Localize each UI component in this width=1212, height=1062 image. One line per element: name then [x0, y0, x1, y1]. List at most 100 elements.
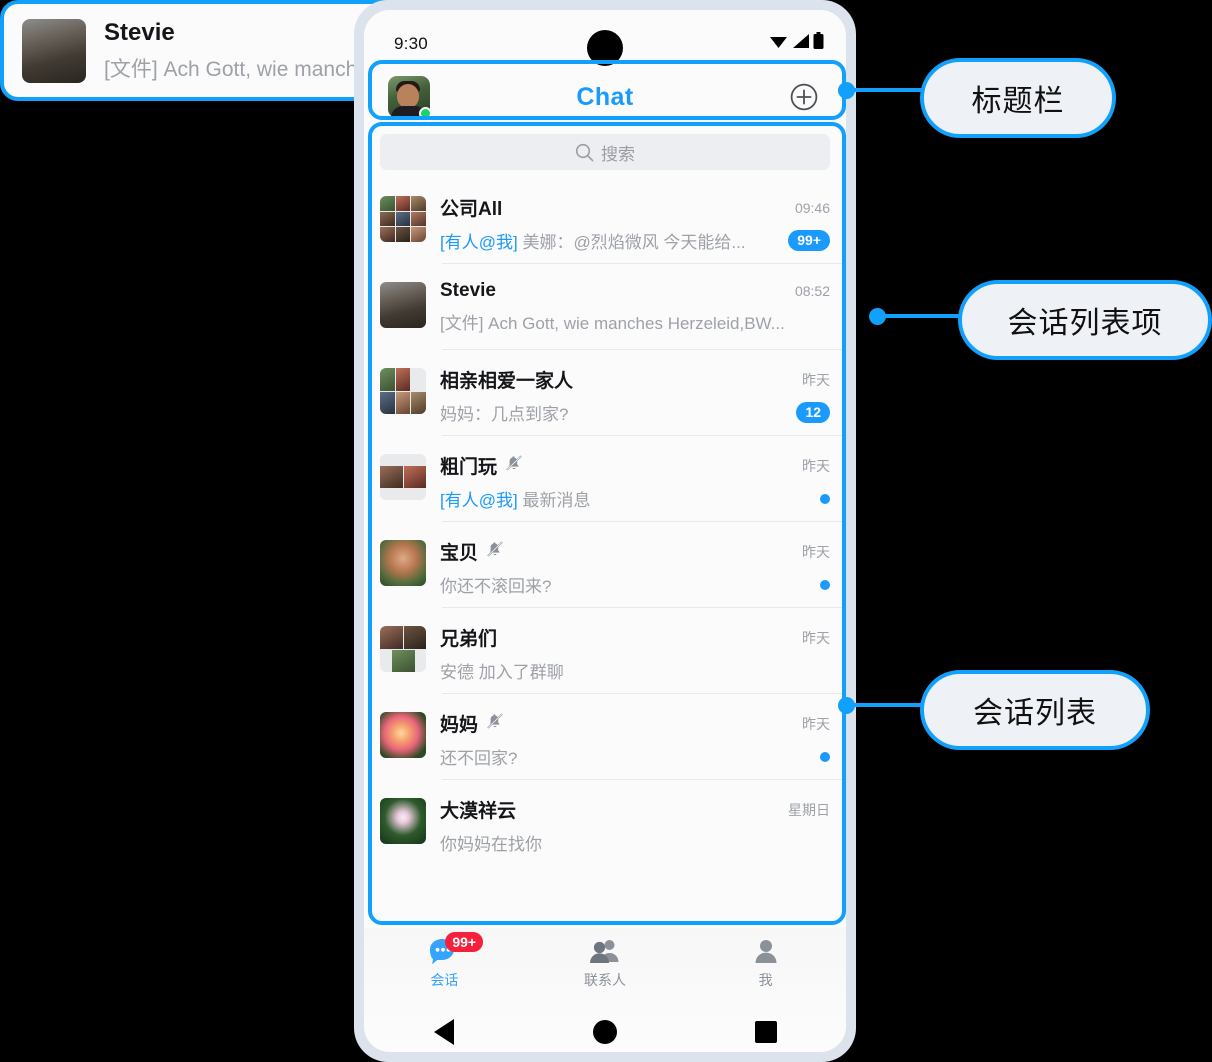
conversation-preview: 妈妈：几点到家?	[440, 405, 569, 424]
tab-bar: 99+ 会话 联系人 我	[364, 928, 846, 1004]
conversation-name: 公司All	[440, 199, 503, 220]
conversation-list-item[interactable]: 大漠祥云 星期日 你妈妈在找你	[364, 780, 846, 866]
group-avatar	[380, 368, 426, 414]
annotation-text: 会话列表项	[1007, 307, 1163, 340]
conversation-list-item[interactable]: 相亲相爱一家人 昨天 妈妈：几点到家? 12	[364, 350, 846, 436]
preview-text: 美娜：@烈焰微风 今天能给...	[522, 233, 746, 252]
callout-anchor-dot	[838, 82, 855, 99]
conversation-list-item[interactable]: 宝贝 昨天 你还不滚回来?	[364, 522, 846, 608]
mute-icon	[504, 453, 524, 478]
nav-recent-icon	[754, 1021, 777, 1043]
contact-avatar	[22, 18, 86, 83]
preview-text: 最新消息	[522, 491, 591, 510]
conversation-time: 08:52	[794, 283, 830, 299]
conversation-list-item[interactable]: Stevie 08:52 [文件] Ach Gott, wie manches …	[364, 264, 846, 350]
conversation-list-item[interactable]: 兄弟们 昨天 安德 加入了群聊	[364, 608, 846, 694]
wifi-icon	[770, 37, 787, 48]
group-avatar	[380, 196, 426, 242]
conversation-time: 09:46	[794, 199, 830, 216]
status-bar: 9:30	[364, 10, 846, 66]
callout-connector	[877, 314, 961, 318]
unread-dot	[820, 493, 830, 504]
unread-dot	[820, 751, 830, 762]
conversation-time: 昨天	[802, 457, 830, 474]
tab-chats[interactable]: 99+ 会话	[364, 932, 525, 1004]
nav-back-icon	[434, 1019, 455, 1045]
conversation-preview: [有人@我] 美娜：@烈焰微风 今天能给...	[440, 228, 746, 253]
contact-avatar	[380, 282, 426, 328]
conversation-list-item[interactable]: 粗门玩 昨天 [有人@我] 最新消息	[364, 436, 846, 522]
conversation-name: 兄弟们	[440, 629, 498, 650]
mute-icon	[485, 711, 505, 736]
conversation-preview: 你妈妈在找你	[440, 835, 542, 854]
callout-anchor-dot	[838, 697, 855, 714]
signal-icon	[793, 34, 809, 48]
conversation-time: 昨天	[802, 543, 830, 560]
conversation-preview: 安德 加入了群聊	[440, 663, 564, 682]
title-bar: Chat	[364, 66, 846, 128]
search-input[interactable]: 搜索	[380, 134, 830, 170]
callout-connector	[846, 703, 924, 707]
conversation-name: 大漠祥云	[440, 801, 517, 822]
unread-badge: 12	[796, 402, 830, 423]
conversation-time: 昨天	[802, 715, 830, 732]
search-placeholder: 搜索	[601, 144, 635, 164]
conversation-time: 星期日	[788, 801, 830, 818]
mute-icon	[485, 539, 505, 564]
unread-dot	[820, 579, 830, 590]
conversation-name: Stevie	[104, 18, 175, 46]
page-title: Chat	[576, 83, 634, 111]
battery-icon	[813, 32, 824, 49]
status-icons	[769, 32, 824, 49]
contact-avatar	[380, 798, 426, 844]
unread-badge: 99+	[788, 230, 830, 251]
add-button[interactable]	[790, 83, 818, 111]
callout-anchor-dot	[869, 308, 886, 325]
nav-home-button[interactable]	[525, 1020, 686, 1044]
person-icon	[749, 936, 783, 968]
mention-tag: [有人@我]	[440, 233, 518, 252]
conversation-name: 粗门玩	[440, 457, 498, 478]
nav-recent-button[interactable]	[685, 1021, 846, 1043]
conversation-preview: [文件] Ach Gott, wie manches Herzeleid,BW.…	[440, 314, 785, 333]
tab-label: 联系人	[584, 972, 626, 988]
group-avatar	[380, 626, 426, 672]
search-icon	[575, 143, 594, 161]
conversation-preview: 你还不滚回来?	[440, 577, 552, 596]
plus-circle-icon	[790, 83, 818, 111]
conversation-name: 宝贝	[440, 543, 479, 564]
tab-contacts[interactable]: 联系人	[525, 936, 686, 1004]
conversation-name: 相亲相爱一家人	[440, 371, 574, 392]
conversation-name: 妈妈	[440, 715, 479, 736]
conversation-time: 昨天	[802, 629, 830, 646]
phone-screen: 9:30 Chat 搜索 公司All 09:46 [有人@我] 美娜：@烈焰微风…	[364, 10, 846, 1052]
annotation-label-list-item: 会话列表项	[958, 280, 1212, 360]
annotation-text: 标题栏	[971, 85, 1065, 118]
camera-punch-hole-icon	[587, 30, 623, 66]
contact-avatar	[380, 712, 426, 758]
bottom-navigation: 99+ 会话 联系人 我	[364, 928, 846, 1052]
conversation-name: Stevie	[440, 280, 496, 301]
conversation-preview: [有人@我] 最新消息	[440, 486, 590, 511]
annotation-label-list: 会话列表	[920, 670, 1150, 750]
tab-badge: 99+	[445, 932, 484, 952]
conversation-list-item[interactable]: 公司All 09:46 [有人@我] 美娜：@烈焰微风 今天能给... 99+	[364, 178, 846, 264]
mention-tag: [有人@我]	[440, 491, 518, 510]
contact-avatar	[380, 540, 426, 586]
contacts-icon	[588, 936, 622, 968]
conversation-list[interactable]: 公司All 09:46 [有人@我] 美娜：@烈焰微风 今天能给... 99+ …	[364, 178, 846, 866]
group-avatar	[380, 454, 426, 500]
phone-frame: 9:30 Chat 搜索 公司All 09:46 [有人@我] 美娜：@烈焰微风…	[354, 0, 856, 1062]
nav-back-button[interactable]	[364, 1019, 525, 1045]
annotation-label-title-bar: 标题栏	[920, 58, 1116, 138]
tab-label: 会话	[430, 972, 459, 988]
annotation-text: 会话列表	[973, 697, 1097, 730]
conversation-time: 昨天	[802, 371, 830, 388]
status-time: 9:30	[394, 34, 428, 53]
nav-home-icon	[593, 1020, 617, 1044]
callout-connector	[846, 88, 924, 92]
tab-me[interactable]: 我	[685, 936, 846, 1004]
conversation-list-item[interactable]: 妈妈 昨天 还不回家?	[364, 694, 846, 780]
conversation-preview: 还不回家?	[440, 749, 518, 768]
search-bar[interactable]: 搜索	[364, 128, 846, 178]
